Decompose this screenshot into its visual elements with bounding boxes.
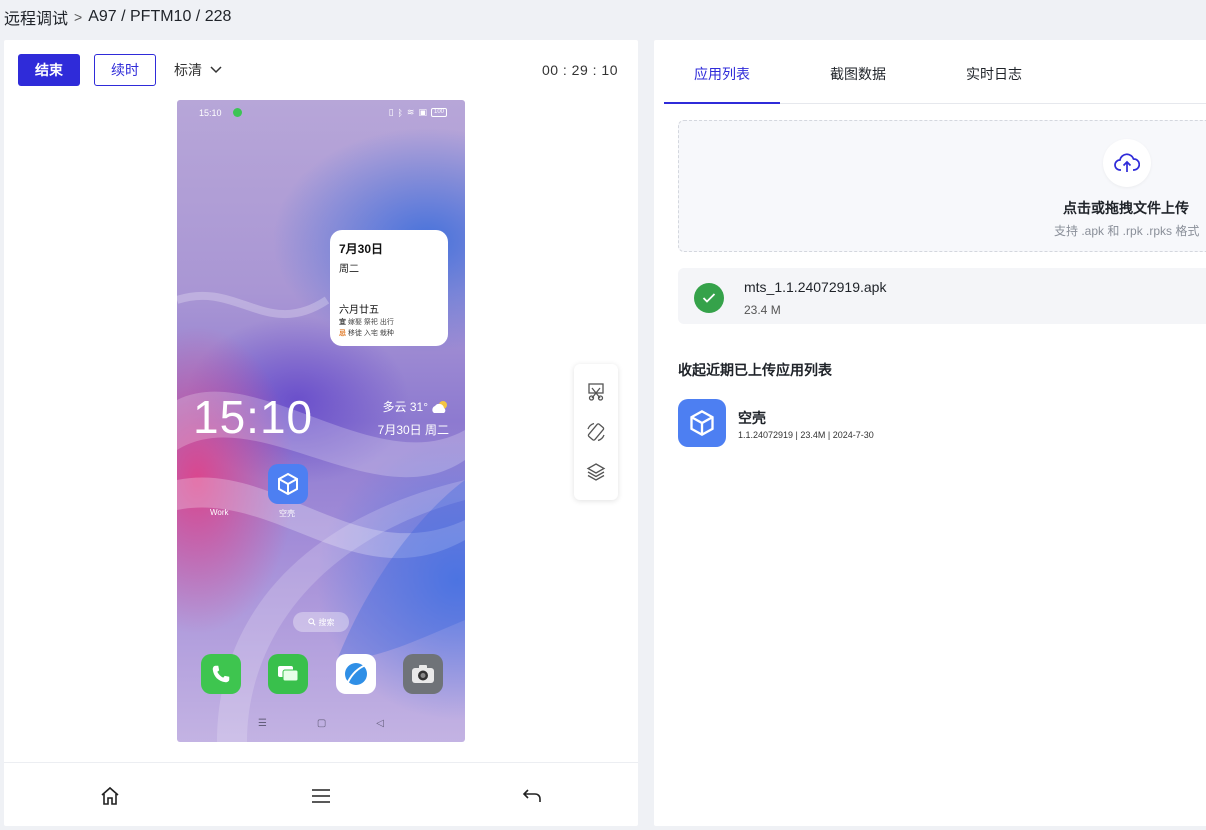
calendar-widget[interactable]: 7月30日 周二 六月廿五 宜 嫁娶 祭祀 出行 忌 移徙 入宅 栽种 [330,230,448,346]
cube-icon [690,409,714,437]
bluetooth-icon: ᛒ [397,107,403,118]
search-icon [307,618,316,626]
tab-realtime-log[interactable]: 实时日志 [966,64,1022,84]
remote-device-panel: 结束 续时 标清 00 : 29 : 10 15:10 ▯ ᛒ ≋ ▣ 100 [4,40,638,826]
camera-app-icon[interactable] [402,654,443,694]
device-home-button[interactable] [99,785,121,807]
renew-button[interactable]: 续时 [94,54,156,86]
widget-ji-label: 忌 [339,330,346,337]
file-upload-dropzone[interactable]: 点击或拖拽文件上传 支持 .apk 和 .rpk .rpks 格式 [678,120,1206,252]
widget-lunar-date: 六月廿五 [339,305,379,316]
recent-apps-toggle[interactable]: 收起近期已上传应用列表 [678,360,832,380]
status-time: 15:10 [199,108,222,118]
layers-icon[interactable] [586,462,606,482]
phone-status-bar: 15:10 ▯ ᛒ ≋ ▣ 100 [177,106,465,120]
menu-icon [312,789,330,803]
cloud-sun-icon [432,400,447,413]
status-icons: ▯ ᛒ ≋ ▣ 100 [389,107,447,118]
battery-icon: 100 [430,108,447,117]
widget-yi-text: 嫁娶 祭祀 出行 [347,319,394,326]
home-search-pill[interactable]: 搜索 [293,612,349,632]
active-tab-indicator [664,102,780,104]
phone-app-icon[interactable] [201,654,241,694]
app-name: 空壳 [738,410,766,426]
widget-yi-label: 宜 [339,319,346,326]
weather-date: 7月30日 周二 [377,423,449,437]
camera-icon [411,665,434,683]
device-toolbar: 结束 续时 标清 00 : 29 : 10 [18,54,618,86]
widget-ji-row: 忌 移徙 入宅 栽种 [339,328,394,338]
recording-dot-icon [233,108,242,117]
kongke-app-label: 空壳 [279,509,295,518]
screenshot-cut-icon[interactable] [586,382,606,402]
phone-dock [201,654,443,694]
widget-weekday: 周二 [339,264,359,275]
work-app-label[interactable]: Work [210,508,229,517]
tab-screenshot-data[interactable]: 截图数据 [830,64,886,84]
uploaded-file-card: mts_1.1.24072919.apk 23.4 M [678,268,1206,324]
device-back-button[interactable] [521,785,543,807]
back-icon [522,789,541,802]
uploaded-file-size: 23.4 M [744,303,781,317]
tab-app-list[interactable]: 应用列表 [694,64,750,84]
widget-date: 7月30日 [339,242,384,256]
chevron-down-icon [210,66,222,74]
cube-icon [278,472,298,496]
wifi-icon: ≋ [406,107,415,117]
browser-app-icon[interactable] [335,654,376,694]
signal-icon: ▣ [418,107,427,117]
phone-screen[interactable]: 15:10 ▯ ᛒ ≋ ▣ 100 7月30日 周二 六月廿五 宜 嫁娶 祭祀 … [177,100,465,742]
phone-menu-icon[interactable]: ☰ [258,718,267,729]
vibrate-icon: ▯ [388,107,394,117]
tab-bar: 应用列表 截图数据 实时日志 [664,40,1206,104]
success-check-icon [694,283,724,313]
cloud-upload-icon [1114,153,1140,172]
app-meta: 1.1.24072919 | 23.4M | 2024-7-30 [738,430,874,440]
phone-navigation-bar: ☰ ▢ ◁ [177,718,465,729]
quality-select[interactable]: 标清 [174,60,222,80]
upload-icon-circle [1103,139,1151,187]
widget-ji-text: 移徙 入宅 栽种 [347,330,394,337]
rotate-screen-icon[interactable] [585,421,607,443]
device-menu-button[interactable] [310,785,332,807]
breadcrumb-device: A97 / PFTM10 / 228 [88,8,232,25]
uploaded-file-name: mts_1.1.24072919.apk [744,279,887,295]
breadcrumb: 远程调试 > A97 / PFTM10 / 228 [4,6,231,28]
kongke-app-list-icon [678,399,726,447]
home-clock: 15:10 [193,391,314,443]
widget-yi-row: 宜 嫁娶 祭祀 出行 [339,317,394,327]
session-timer: 00 : 29 : 10 [541,62,618,78]
weather-text: 多云 31° [382,400,428,414]
search-label: 搜索 [318,617,335,627]
browser-icon [344,663,367,685]
messages-app-icon[interactable] [268,654,309,694]
end-button[interactable]: 结束 [18,54,80,86]
upload-hint: 支持 .apk 和 .rpk .rpks 格式 [1054,224,1200,238]
breadcrumb-root[interactable]: 远程调试 [4,5,68,29]
quality-label: 标清 [174,62,202,78]
phone-home-icon[interactable]: ▢ [317,718,326,729]
device-bottom-nav [4,762,638,826]
home-icon [101,786,119,805]
phone-back-icon[interactable]: ◁ [376,718,384,729]
upload-title: 点击或拖拽文件上传 [1063,200,1189,216]
phone-icon [212,665,230,683]
weather-widget[interactable]: 多云 31° 7月30日 周二 [378,398,449,438]
app-manager-panel: 应用列表 截图数据 实时日志 点击或拖拽文件上传 支持 .apk 和 .rpk … [654,40,1206,826]
kongke-app-icon[interactable] [268,464,308,504]
breadcrumb-separator: > [74,9,83,25]
side-toolbar [574,364,618,500]
message-icon [278,666,299,682]
